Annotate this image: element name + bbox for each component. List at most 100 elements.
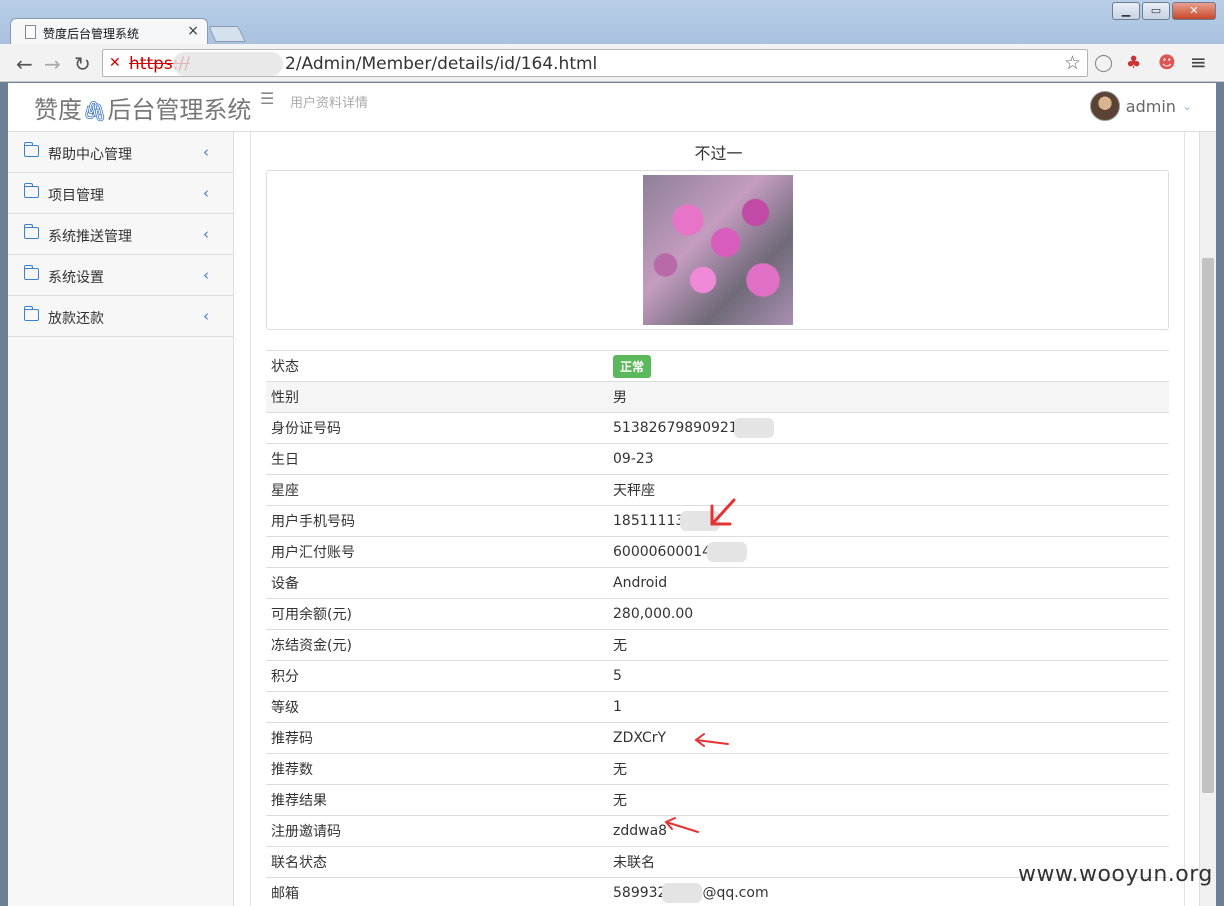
close-tab-icon[interactable]: × — [187, 23, 199, 39]
sidebar-item-label: 帮助中心管理 — [48, 147, 132, 163]
folder-icon — [23, 306, 39, 321]
folder-icon — [23, 183, 39, 198]
table-row: 推荐数无 — [266, 753, 1169, 785]
row-value: 51382679890921 — [608, 412, 1169, 444]
row-value: 男 — [608, 381, 1169, 413]
table-row: 推荐结果无 — [266, 784, 1169, 816]
table-row: 身份证号码 51382679890921 — [266, 412, 1169, 444]
row-value: 无 — [608, 784, 1169, 816]
extension-avatar-icon[interactable]: ☻ — [1158, 53, 1176, 73]
sidebar-item-projects[interactable]: 项目管理 ‹ — [8, 173, 233, 214]
scrollbar[interactable] — [1199, 132, 1216, 906]
address-bar[interactable]: ✕ https:// 2/Admin/Member/details/id/164… — [102, 49, 1088, 77]
row-key: 设备 — [266, 567, 608, 599]
row-key: 星座 — [266, 474, 608, 506]
minimize-button[interactable]: ▁ — [1112, 2, 1140, 20]
sidebar-item-settings[interactable]: 系统设置 ‹ — [8, 255, 233, 296]
row-key: 推荐结果 — [266, 784, 608, 816]
sidebar-item-push[interactable]: 系统推送管理 ‹ — [8, 214, 233, 255]
row-key: 冻结资金(元) — [266, 629, 608, 661]
logo-text-2: 后台管理系统 — [107, 96, 252, 124]
redaction-blur — [733, 418, 774, 438]
user-details-table: 状态 正常 性别男 身份证号码 51382679890921 生日 09-23 星座天… — [266, 350, 1169, 906]
tab-title: 赞度后台管理系统 — [43, 27, 140, 41]
table-row: 设备 Android — [266, 567, 1169, 599]
row-value: 60000600014 — [608, 536, 1169, 568]
row-value: 天秤座 — [608, 474, 1169, 506]
chevron-left-icon: ‹ — [203, 225, 209, 243]
annotation-arrow-icon — [710, 498, 736, 526]
maximize-button[interactable]: ▭ — [1142, 2, 1170, 20]
row-key: 身份证号码 — [266, 412, 608, 444]
extension-badge-icon[interactable]: ♣ — [1126, 53, 1141, 73]
row-value-suffix: @qq.com — [702, 885, 769, 902]
table-row: 生日 09-23 — [266, 443, 1169, 475]
bookmark-star-icon[interactable]: ☆ — [1064, 52, 1081, 74]
app-logo[interactable]: 赞度🖇后台管理系统 — [34, 90, 251, 125]
sidebar-item-label: 项目管理 — [48, 188, 104, 204]
chevron-left-icon: ‹ — [203, 266, 209, 284]
table-row: 积分 5 — [266, 660, 1169, 692]
sidebar-item-help-center[interactable]: 帮助中心管理 ‹ — [8, 132, 233, 173]
chevron-left-icon: ‹ — [203, 184, 209, 202]
sidebar-item-label: 放款还款 — [48, 311, 104, 327]
browser-menu-icon[interactable]: ≡ — [1190, 50, 1207, 74]
table-row: 性别男 — [266, 381, 1169, 413]
avatar — [1089, 91, 1120, 121]
close-window-button[interactable]: ✕ — [1172, 2, 1216, 20]
table-row: 冻结资金(元) 无 — [266, 629, 1169, 661]
row-value-text: 60000600014 — [613, 544, 711, 560]
row-value: 无 — [608, 629, 1169, 661]
scrollbar-thumb[interactable] — [1202, 258, 1214, 793]
user-menu[interactable]: admin ⌄ — [1089, 91, 1192, 121]
window-controls: ▁ ▭ ✕ — [1112, 2, 1216, 20]
row-value: 1 — [608, 691, 1169, 723]
row-key: 积分 — [266, 660, 608, 692]
reload-button[interactable]: ↻ — [74, 52, 91, 76]
redaction-blur — [706, 542, 747, 562]
row-value: 5 — [608, 660, 1169, 692]
photo-panel — [266, 170, 1169, 330]
table-row: 等级 1 — [266, 691, 1169, 723]
logo-text-1: 赞度 — [34, 96, 82, 124]
sidebar-item-loans[interactable]: 放款还款 ‹ — [8, 296, 233, 337]
watermark: www.wooyun.org — [1018, 862, 1213, 887]
browser-toolbar: ← → ↻ ✕ https:// 2/Admin/Member/details/… — [0, 44, 1224, 82]
browser-tab[interactable]: 赞度后台管理系统 × — [10, 18, 208, 46]
folder-icon — [23, 265, 39, 280]
table-row: 注册邀请码 zddwa8 — [266, 815, 1169, 847]
row-value: 09-23 — [608, 443, 1169, 475]
status-badge: 正常 — [613, 354, 652, 378]
row-key: 用户手机号码 — [266, 505, 608, 537]
annotation-arrow-icon — [664, 817, 699, 833]
row-key: 用户汇付账号 — [266, 536, 608, 568]
menu-toggle-icon[interactable]: ☰ — [260, 89, 274, 108]
row-value: 18511113 — [608, 505, 1169, 537]
row-key: 状态 — [266, 350, 608, 382]
username: admin — [1125, 96, 1176, 116]
new-tab-button[interactable] — [208, 26, 246, 42]
user-photo — [643, 175, 793, 325]
annotation-arrow-icon — [694, 733, 729, 747]
row-key: 生日 — [266, 443, 608, 475]
row-value: 280,000.00 — [608, 598, 1169, 630]
sidebar-item-label: 系统设置 — [48, 270, 104, 286]
redacted-host — [173, 52, 283, 76]
row-value-text: 589932 — [613, 885, 667, 902]
sidebar: 帮助中心管理 ‹ 项目管理 ‹ 系统推送管理 ‹ 系统设置 ‹ 放款还款 ‹ — [8, 132, 234, 906]
row-key: 邮箱 — [266, 877, 608, 906]
url-path: 2/Admin/Member/details/id/164.html — [285, 54, 598, 74]
row-key: 可用余额(元) — [266, 598, 608, 630]
user-nickname: 不过一 — [694, 144, 743, 163]
folder-icon — [23, 224, 39, 239]
extension-circle-icon[interactable]: ◯ — [1094, 53, 1113, 73]
row-key: 等级 — [266, 691, 608, 723]
row-value-text: 51382679890921 — [613, 420, 738, 436]
chevron-down-icon: ⌄ — [1181, 99, 1192, 113]
forward-button[interactable]: → — [44, 52, 61, 76]
chevron-left-icon: ‹ — [203, 307, 209, 325]
chevron-left-icon: ‹ — [203, 143, 209, 161]
back-button[interactable]: ← — [16, 52, 33, 76]
app-header: 赞度🖇后台管理系统 ☰ 用户资料详情 admin ⌄ — [8, 83, 1216, 132]
paperclip-icon: 🖇 — [82, 99, 108, 123]
